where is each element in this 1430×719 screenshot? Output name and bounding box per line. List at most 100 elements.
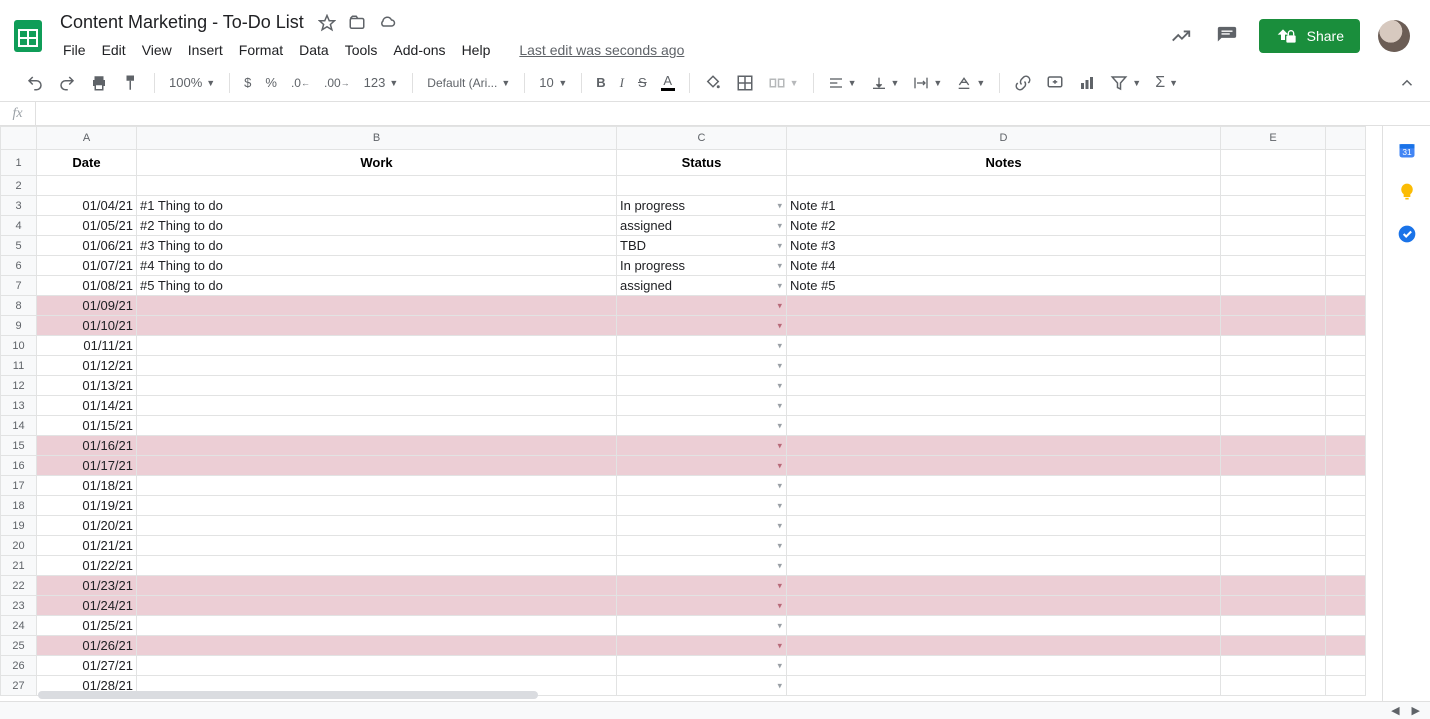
- cell-date[interactable]: 01/17/21: [37, 456, 137, 476]
- cell-notes[interactable]: [787, 556, 1221, 576]
- cell-notes[interactable]: [787, 636, 1221, 656]
- cell-status[interactable]: [617, 496, 787, 516]
- insert-chart-button[interactable]: [1072, 70, 1102, 96]
- cell[interactable]: [1221, 476, 1326, 496]
- cell-notes[interactable]: [787, 416, 1221, 436]
- cell-work[interactable]: [137, 536, 617, 556]
- cell-status[interactable]: [617, 416, 787, 436]
- cell-notes[interactable]: [787, 516, 1221, 536]
- cell-notes[interactable]: Note #2: [787, 216, 1221, 236]
- row-header[interactable]: 2: [1, 176, 37, 196]
- cell[interactable]: [1221, 336, 1326, 356]
- cell-date[interactable]: 01/06/21: [37, 236, 137, 256]
- select-all-corner[interactable]: [1, 127, 37, 150]
- move-icon[interactable]: [348, 14, 366, 32]
- cell-status[interactable]: [617, 656, 787, 676]
- row-header[interactable]: 18: [1, 496, 37, 516]
- cell[interactable]: [1221, 636, 1326, 656]
- print-button[interactable]: [84, 70, 114, 96]
- cell-date[interactable]: 01/10/21: [37, 316, 137, 336]
- row-header[interactable]: 6: [1, 256, 37, 276]
- cell-date[interactable]: 01/15/21: [37, 416, 137, 436]
- row-header[interactable]: 19: [1, 516, 37, 536]
- cell-notes[interactable]: Note #1: [787, 196, 1221, 216]
- cell-status[interactable]: assigned: [617, 216, 787, 236]
- header-date[interactable]: Date: [37, 150, 137, 176]
- cell[interactable]: [1221, 356, 1326, 376]
- row-header[interactable]: 16: [1, 456, 37, 476]
- row-header[interactable]: 10: [1, 336, 37, 356]
- star-icon[interactable]: [318, 14, 336, 32]
- cell-work[interactable]: #4 Thing to do: [137, 256, 617, 276]
- row-header[interactable]: 9: [1, 316, 37, 336]
- comments-icon[interactable]: [1213, 22, 1241, 50]
- cell[interactable]: [1221, 436, 1326, 456]
- cell-date[interactable]: 01/11/21: [37, 336, 137, 356]
- cell[interactable]: [1326, 536, 1366, 556]
- cell[interactable]: [1221, 236, 1326, 256]
- cell[interactable]: [1326, 516, 1366, 536]
- menu-addons[interactable]: Add-ons: [386, 38, 452, 62]
- cell[interactable]: [1326, 576, 1366, 596]
- sheet-area[interactable]: A B C D E 1DateWorkStatusNotes2301/04/21…: [0, 126, 1382, 701]
- row-header[interactable]: 8: [1, 296, 37, 316]
- scroll-left-button[interactable]: ◀: [1387, 704, 1403, 717]
- cell-work[interactable]: [137, 596, 617, 616]
- cell[interactable]: [1221, 676, 1326, 696]
- col-header-C[interactable]: C: [617, 127, 787, 150]
- cell-status[interactable]: [617, 676, 787, 696]
- menu-view[interactable]: View: [135, 38, 179, 62]
- cell-work[interactable]: [137, 376, 617, 396]
- cell-work[interactable]: #3 Thing to do: [137, 236, 617, 256]
- cell-status[interactable]: [617, 476, 787, 496]
- menu-edit[interactable]: Edit: [95, 38, 133, 62]
- cell-date[interactable]: 01/08/21: [37, 276, 137, 296]
- cell[interactable]: [1326, 276, 1366, 296]
- cell-work[interactable]: [137, 316, 617, 336]
- cell[interactable]: [1221, 416, 1326, 436]
- zoom-select[interactable]: 100%▼: [163, 71, 221, 94]
- formula-input[interactable]: [36, 102, 1430, 125]
- cell-status[interactable]: [617, 436, 787, 456]
- cell-work[interactable]: #5 Thing to do: [137, 276, 617, 296]
- menu-tools[interactable]: Tools: [338, 38, 385, 62]
- cell-status[interactable]: [617, 336, 787, 356]
- strikethrough-button[interactable]: S: [632, 71, 653, 94]
- fill-color-button[interactable]: [698, 70, 728, 96]
- insert-comment-button[interactable]: [1040, 70, 1070, 96]
- cell[interactable]: [1326, 416, 1366, 436]
- collapse-toolbar-button[interactable]: [1392, 70, 1422, 96]
- cell-status[interactable]: In progress: [617, 256, 787, 276]
- cell[interactable]: [1221, 656, 1326, 676]
- row-header[interactable]: 4: [1, 216, 37, 236]
- cell-date[interactable]: 01/19/21: [37, 496, 137, 516]
- cell-work[interactable]: [137, 396, 617, 416]
- header-notes[interactable]: Notes: [787, 150, 1221, 176]
- cell-notes[interactable]: [787, 296, 1221, 316]
- cell-work[interactable]: [137, 576, 617, 596]
- cell[interactable]: [1221, 616, 1326, 636]
- cell[interactable]: [1326, 496, 1366, 516]
- row-header[interactable]: 5: [1, 236, 37, 256]
- cell-status[interactable]: [617, 456, 787, 476]
- font-select[interactable]: Default (Ari...▼: [421, 72, 516, 94]
- italic-button[interactable]: I: [614, 71, 630, 95]
- cell-notes[interactable]: Note #4: [787, 256, 1221, 276]
- cell-work[interactable]: [137, 556, 617, 576]
- cell[interactable]: [1221, 576, 1326, 596]
- cell-notes[interactable]: [787, 596, 1221, 616]
- cell-date[interactable]: 01/26/21: [37, 636, 137, 656]
- cell-work[interactable]: [137, 616, 617, 636]
- header-status[interactable]: Status: [617, 150, 787, 176]
- row-header[interactable]: 1: [1, 150, 37, 176]
- menu-file[interactable]: File: [56, 38, 93, 62]
- cell-status[interactable]: [617, 636, 787, 656]
- cell[interactable]: [1221, 276, 1326, 296]
- cell-notes[interactable]: [787, 576, 1221, 596]
- filter-button[interactable]: ▼: [1104, 70, 1147, 96]
- cell-notes[interactable]: [787, 436, 1221, 456]
- cell[interactable]: [1326, 236, 1366, 256]
- cell-status[interactable]: TBD: [617, 236, 787, 256]
- cell[interactable]: [1221, 296, 1326, 316]
- row-header[interactable]: 27: [1, 676, 37, 696]
